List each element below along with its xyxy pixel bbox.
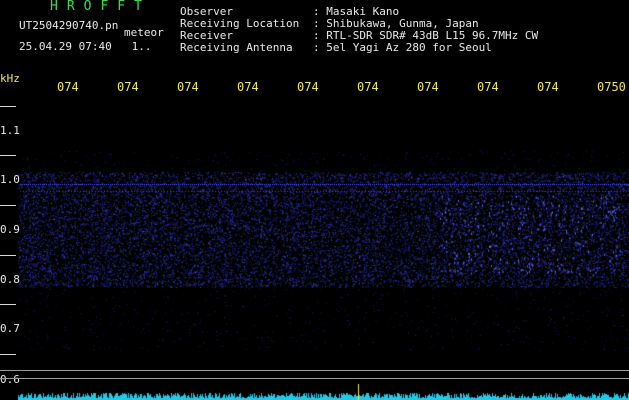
freq-tick: 0.7 <box>0 322 20 335</box>
time-tick: 074 <box>57 80 79 94</box>
freq-gridline <box>0 304 16 305</box>
freq-tick: 1.0 <box>0 173 20 186</box>
reference-line <box>0 378 629 379</box>
freq-tick: 0.8 <box>0 273 20 286</box>
meteor-tag: meteor <box>124 26 164 39</box>
time-tick: 074 <box>357 80 379 94</box>
time-tick: 074 <box>537 80 559 94</box>
freq-gridline <box>0 155 16 156</box>
freq-gridline <box>0 255 16 256</box>
time-tick: 074 <box>117 80 139 94</box>
antenna-label: Receiving Antenna <box>180 41 293 54</box>
spectrogram-canvas <box>0 0 629 400</box>
freq-gridline <box>0 106 16 107</box>
time-tick: 074 <box>477 80 499 94</box>
time-tick: 074 <box>297 80 319 94</box>
file-name: UT2504290740.pn <box>19 19 119 32</box>
freq-tick: 0.9 <box>0 223 20 236</box>
date-time: 25.04.29 07:40 1.. <box>19 40 152 53</box>
freq-tick: 1.1 <box>0 124 20 137</box>
freq-tick: 0.6 <box>0 373 20 386</box>
antenna-value: : 5el Yagi Az 280 for Seoul <box>313 41 492 54</box>
reference-line <box>0 370 629 371</box>
hrofft-logo: HROFFT <box>50 0 151 14</box>
freq-gridline <box>0 354 16 355</box>
frequency-unit-label: kHz <box>0 72 20 85</box>
time-tick: 074 <box>417 80 439 94</box>
freq-gridline <box>0 205 16 206</box>
time-tick: 074 <box>177 80 199 94</box>
time-tick: 074 <box>237 80 259 94</box>
time-tick: 0750 <box>597 80 626 94</box>
